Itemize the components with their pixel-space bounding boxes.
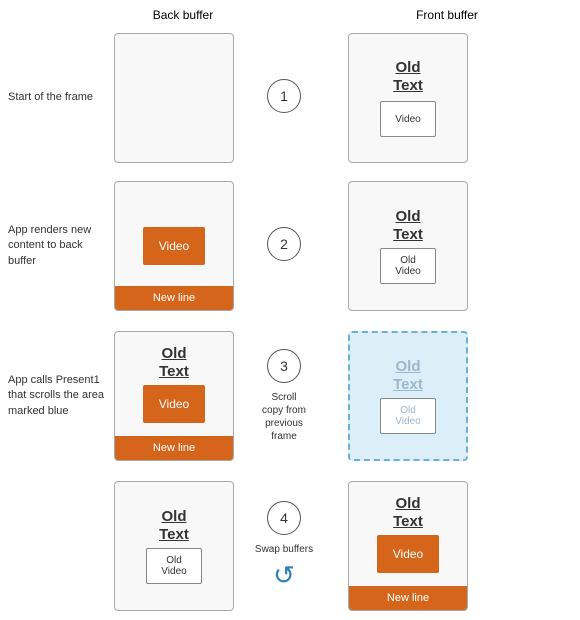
row-4-back-buffer: OldText Old Video — [114, 481, 234, 611]
row-2-front-old-label: Old — [400, 255, 416, 266]
row-4-step: 4 Swap buffers ↺ — [240, 501, 328, 591]
row-3: App calls Present1 that scrolls the area… — [0, 320, 580, 472]
row-4-back-video-box: Old Video — [146, 548, 202, 584]
step-circle-2: 2 — [267, 227, 301, 261]
row-2-front-video-box: Old Video — [380, 248, 436, 284]
row-1-label: Start of the frame — [0, 90, 110, 105]
step-circle-3: 3 — [267, 349, 301, 383]
back-buffer-label: Back buffer — [118, 8, 248, 22]
row-4-front-video: Video — [377, 535, 439, 573]
row-4-front-old-text: OldText — [393, 495, 423, 531]
row-1-step: 1 — [240, 79, 328, 117]
row-4-back-video-label: Video — [161, 566, 186, 577]
row-1-front-old-text: OldText — [393, 59, 423, 95]
row-3-front-video-label: Video — [395, 416, 420, 427]
step-circle-4: 4 — [267, 501, 301, 535]
swap-icon: ↺ — [273, 560, 295, 591]
step-4-label: Swap buffers — [255, 543, 313, 556]
row-2: App renders new content to back buffer V… — [0, 172, 580, 320]
row-3-front-old-label: Old — [400, 405, 416, 416]
row-2-front-video-label: Video — [395, 266, 420, 277]
row-1-front-video-label: Video — [395, 114, 420, 125]
row-4-back-old-label: Old — [166, 555, 182, 566]
row-1-front-video-box: Video — [380, 101, 436, 137]
row-3-label: App calls Present1 that scrolls the area… — [0, 373, 110, 419]
row-2-front-old-text: OldText — [393, 208, 423, 244]
row-2-back-video: Video — [143, 227, 205, 265]
row-3-back-buffer: OldText Video New line — [114, 331, 234, 461]
row-2-front-buffer: OldText Old Video — [348, 181, 468, 311]
row-3-front-buffer: OldText Old Video — [348, 331, 468, 461]
row-3-back-video: Video — [143, 385, 205, 423]
row-4: OldText Old Video 4 Swap buffers ↺ OldTe… — [0, 472, 580, 620]
row-1-front-buffer: OldText Video — [348, 33, 468, 163]
row-3-front-old-text: OldText — [393, 358, 423, 394]
row-2-back-buffer: Video New line — [114, 181, 234, 311]
row-4-front-buffer: OldText Video New line — [348, 481, 468, 611]
front-buffer-label: Front buffer — [382, 8, 512, 22]
row-1: Start of the frame 1 OldText Video — [0, 24, 580, 172]
row-1-back-buffer — [114, 33, 234, 163]
row-3-back-old-text: OldText — [159, 345, 189, 381]
row-2-label: App renders new content to back buffer — [0, 223, 110, 269]
row-4-front-newline: New line — [349, 586, 467, 610]
row-3-back-newline: New line — [115, 436, 233, 460]
row-3-step: 3 Scrollcopy frompreviousframe — [240, 349, 328, 443]
row-3-front-video-box: Old Video — [380, 398, 436, 434]
step-3-label: Scrollcopy frompreviousframe — [262, 391, 306, 443]
step-circle-1: 1 — [267, 79, 301, 113]
row-4-back-old-text: OldText — [159, 508, 189, 544]
row-2-back-newline: New line — [115, 286, 233, 310]
row-2-step: 2 — [240, 227, 328, 265]
